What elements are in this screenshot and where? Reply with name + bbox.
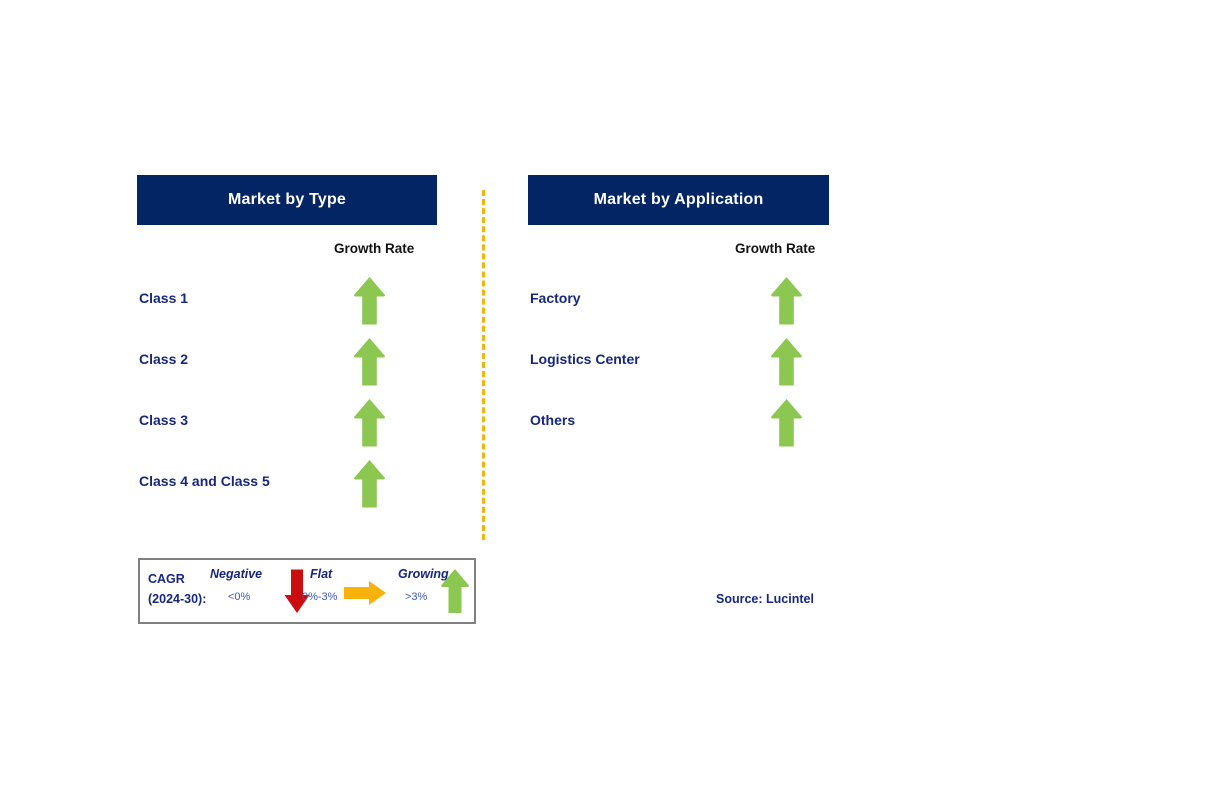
legend-cagr-label: CAGR (2024-30): [148, 569, 206, 609]
panel-header-market-by-type: Market by Type [137, 175, 437, 225]
legend-cagr-line2: (2024-30): [148, 592, 207, 606]
arrow-up-icon [353, 398, 386, 453]
legend-cagr-line1: CAGR [148, 572, 185, 586]
growth-rate-caption-type: Growth Rate [334, 241, 415, 256]
growth-rate-caption-application: Growth Rate [735, 241, 816, 256]
arrow-up-icon [440, 568, 470, 619]
segment-label: Logistics Center [530, 351, 640, 367]
segment-label: Class 3 [139, 412, 189, 428]
vertical-dashed-divider [482, 190, 485, 540]
segment-row: Factory [530, 276, 830, 332]
legend-negative-name: Negative [210, 567, 263, 581]
segment-row: Class 1 [139, 276, 439, 332]
arrow-up-icon [770, 337, 803, 392]
arrow-up-icon [353, 337, 386, 392]
segment-row: Logistics Center [530, 337, 830, 393]
segment-label: Class 1 [139, 290, 189, 306]
segment-row: Others [530, 398, 830, 454]
arrow-up-icon [353, 459, 386, 514]
legend-negative-range: <0% [228, 591, 251, 603]
segment-label: Class 4 and Class 5 [139, 473, 270, 489]
segment-label: Factory [530, 290, 581, 306]
segment-label: Class 2 [139, 351, 189, 367]
segment-row: Class 4 and Class 5 [139, 459, 439, 515]
segment-label: Others [530, 412, 576, 428]
arrow-up-icon [770, 276, 803, 331]
arrow-right-icon [343, 580, 387, 611]
legend-growing-range: >3% [405, 591, 428, 603]
arrow-up-icon [770, 398, 803, 453]
panel-title-text: Market by Application [593, 191, 764, 208]
legend-flat-range: 0%-3% [302, 591, 338, 603]
panel-header-market-by-application: Market by Application [528, 175, 829, 225]
panel-title-text: Market by Type [227, 191, 347, 208]
segment-row: Class 2 [139, 337, 439, 393]
legend-flat-name: Flat [310, 567, 333, 581]
source-note: Source: Lucintel [716, 592, 814, 606]
segment-row: Class 3 [139, 398, 439, 454]
cagr-legend: CAGR (2024-30): Negative <0% Flat 0%-3% … [138, 558, 476, 624]
arrow-up-icon [353, 276, 386, 331]
